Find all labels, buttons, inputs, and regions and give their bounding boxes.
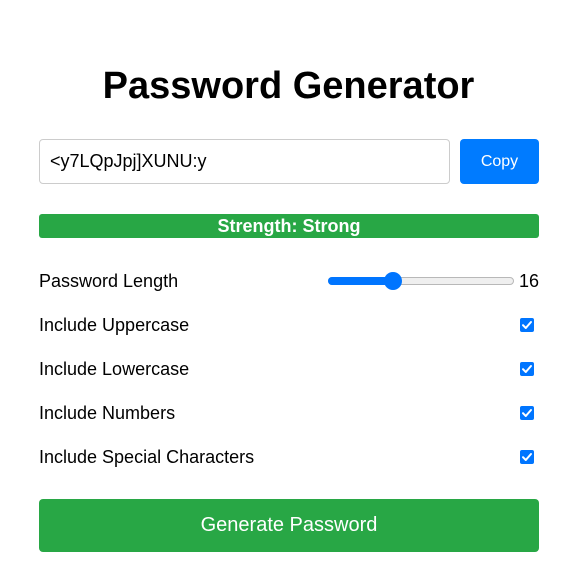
check-icon [522, 365, 532, 373]
generate-password-button[interactable]: Generate Password [39, 499, 539, 552]
numbers-checkbox[interactable] [520, 406, 534, 420]
uppercase-checkbox[interactable] [520, 318, 534, 332]
option-lowercase: Include Lowercase [39, 356, 539, 382]
lowercase-label: Include Lowercase [39, 359, 190, 379]
option-uppercase: Include Uppercase [39, 312, 539, 338]
strength-indicator: Strength: Strong [39, 214, 539, 238]
password-length-slider[interactable] [328, 272, 514, 290]
password-row: Copy [39, 139, 539, 184]
password-output-field[interactable] [39, 139, 450, 184]
special-characters-checkbox[interactable] [520, 450, 534, 464]
option-numbers: Include Numbers [39, 400, 539, 426]
password-length-value: 16 [518, 271, 539, 291]
password-length-label: Password Length [39, 271, 179, 291]
uppercase-label: Include Uppercase [39, 315, 190, 335]
check-icon [522, 453, 532, 461]
numbers-label: Include Numbers [39, 403, 176, 423]
password-length-row: Password Length 16 [39, 268, 539, 294]
slider-thumb[interactable] [384, 272, 402, 290]
option-special-characters: Include Special Characters [39, 444, 539, 470]
page-title: Password Generator [102, 65, 475, 107]
check-icon [522, 321, 532, 329]
lowercase-checkbox[interactable] [520, 362, 534, 376]
check-icon [522, 409, 532, 417]
copy-button[interactable]: Copy [460, 139, 539, 184]
password-generator-card: Password Generator Copy Strength: Strong… [0, 0, 577, 587]
special-characters-label: Include Special Characters [39, 447, 255, 467]
